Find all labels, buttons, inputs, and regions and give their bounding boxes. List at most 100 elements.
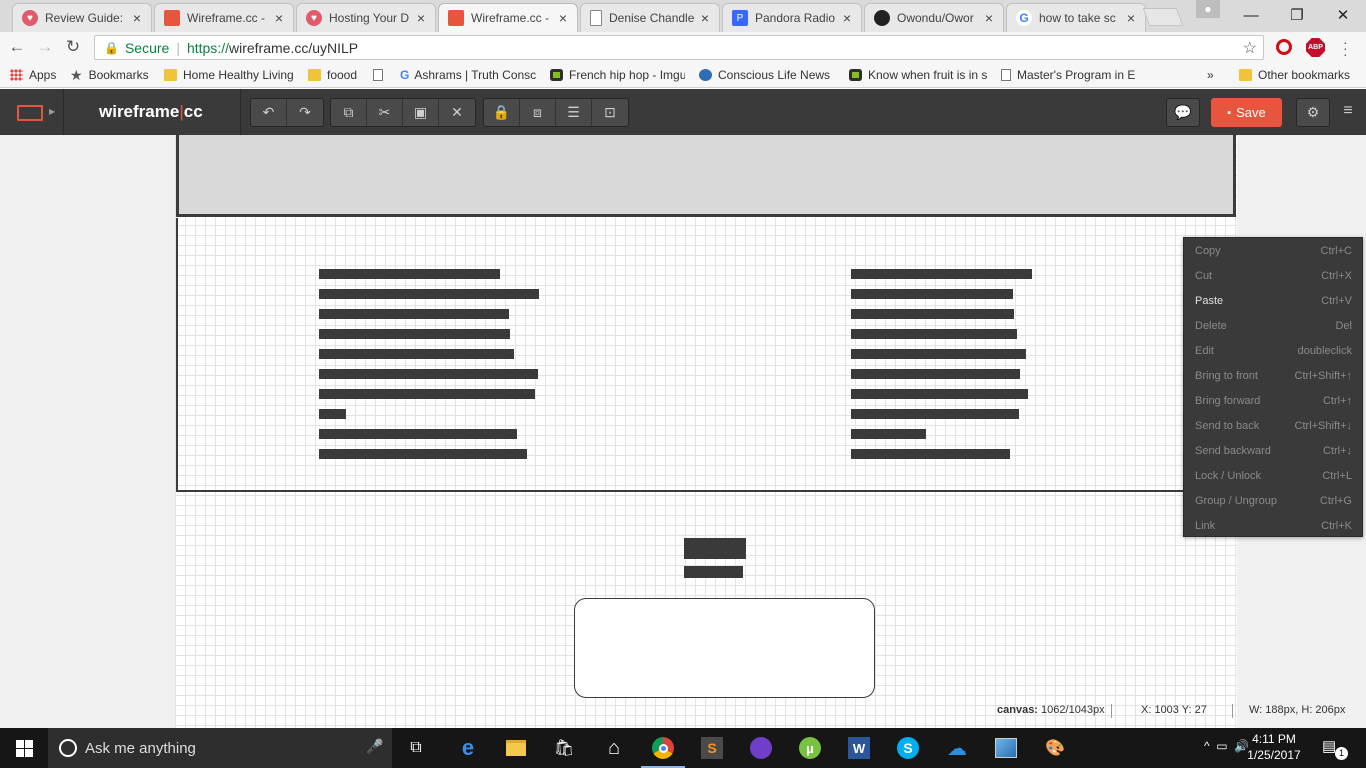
bookmark-item[interactable] xyxy=(373,66,389,84)
store-icon[interactable]: 🛍 xyxy=(550,734,578,762)
menu-item-edit[interactable]: Edit doubleclick xyxy=(1184,338,1364,363)
browser-tab[interactable]: ♥ Hosting Your D × xyxy=(296,3,436,32)
close-icon[interactable]: × xyxy=(699,10,711,26)
subheading-block[interactable] xyxy=(684,566,743,578)
text-line-right[interactable] xyxy=(851,269,1032,279)
browser-tab[interactable]: Wireframe.cc - × xyxy=(154,3,294,32)
skype-icon[interactable]: S xyxy=(894,734,922,762)
comment-icon[interactable]: 💬 xyxy=(1166,98,1200,127)
github-desktop-icon[interactable] xyxy=(747,734,775,762)
close-icon[interactable]: × xyxy=(983,10,995,26)
delete-icon[interactable]: ✕ xyxy=(439,99,475,126)
save-button[interactable]: ▪ Save xyxy=(1211,98,1282,127)
bookmark-item[interactable]: Conscious Life News | xyxy=(699,66,834,84)
close-window-button[interactable]: ✕ xyxy=(1320,0,1366,30)
edge-browser-icon[interactable]: e xyxy=(454,734,482,762)
bookmark-item[interactable]: Master's Program in E xyxy=(1001,66,1137,84)
text-line-right[interactable] xyxy=(851,369,1020,379)
align-icon[interactable]: ☰ xyxy=(556,99,592,126)
text-line-left[interactable] xyxy=(319,409,346,419)
close-icon[interactable]: × xyxy=(841,10,853,26)
utorrent-icon[interactable]: µ xyxy=(796,734,824,762)
menu-item-cut[interactable]: Cut Ctrl+X xyxy=(1184,263,1364,288)
text-line-left[interactable] xyxy=(319,429,517,439)
text-line-left[interactable] xyxy=(319,369,538,379)
paint-icon[interactable]: 🎨 xyxy=(1041,734,1069,762)
sublime-text-icon[interactable]: S xyxy=(698,734,726,762)
microphone-icon[interactable]: 🎤 xyxy=(366,738,383,755)
tool-app-icon[interactable] xyxy=(992,734,1020,762)
profile-icon[interactable]: ● xyxy=(1196,0,1220,18)
url-field[interactable]: 🔒 Secure | https:// wireframe.cc/uyNILP … xyxy=(94,35,1264,60)
undo-icon[interactable]: ↶ xyxy=(251,99,287,126)
text-line-left[interactable] xyxy=(319,269,500,279)
text-line-right[interactable] xyxy=(851,389,1028,399)
text-line-left[interactable] xyxy=(319,449,527,459)
restore-button[interactable]: ❐ xyxy=(1274,0,1320,30)
task-view-icon[interactable]: ⧉ xyxy=(402,734,430,762)
text-line-right[interactable] xyxy=(851,349,1026,359)
browser-tab[interactable]: ♥ Review Guide: I × xyxy=(12,3,152,32)
text-line-right[interactable] xyxy=(851,409,1019,419)
bookmark-item[interactable]: Apps xyxy=(10,66,56,84)
browser-tab[interactable]: P Pandora Radio × xyxy=(722,3,862,32)
browser-tab[interactable]: G how to take sc × xyxy=(1006,3,1146,32)
bookmarks-overflow-button[interactable]: » xyxy=(1207,66,1214,84)
close-icon[interactable]: × xyxy=(557,10,569,26)
menu-dots-icon[interactable]: · · · xyxy=(1343,35,1353,61)
close-icon[interactable]: × xyxy=(415,10,427,26)
heading-block[interactable] xyxy=(684,538,746,559)
adblock-icon[interactable]: ABP xyxy=(1306,38,1325,57)
back-arrow-icon[interactable]: ← xyxy=(7,37,27,57)
text-line-right[interactable] xyxy=(851,429,926,439)
opera-icon[interactable] xyxy=(1276,39,1292,55)
menu-item-delete[interactable]: Delete Del xyxy=(1184,313,1364,338)
redo-icon[interactable]: ↷ xyxy=(287,99,323,126)
minimize-button[interactable]: — xyxy=(1228,0,1274,30)
menu-item-send-backward[interactable]: Send backward Ctrl+↓ xyxy=(1184,438,1364,463)
bookmark-item[interactable]: Home Healthy Living xyxy=(164,66,294,84)
menu-item-bring-forward[interactable]: Bring forward Ctrl+↑ xyxy=(1184,388,1364,413)
cut-icon[interactable]: ✂ xyxy=(367,99,403,126)
text-line-right[interactable] xyxy=(851,309,1014,319)
menu-item-link[interactable]: Link Ctrl+K xyxy=(1184,513,1364,538)
close-icon[interactable]: × xyxy=(273,10,285,26)
text-line-left[interactable] xyxy=(319,389,535,399)
bookmark-item[interactable]: Know when fruit is in s xyxy=(849,66,987,84)
bookmark-star-icon[interactable]: ☆ xyxy=(1243,38,1257,58)
rounded-rectangle-shape[interactable] xyxy=(574,598,875,698)
clock[interactable]: 4:11 PM 1/25/2017 xyxy=(1244,731,1304,763)
lock-icon[interactable]: 🔒 xyxy=(484,99,520,126)
text-line-left[interactable] xyxy=(319,289,539,299)
bookmark-item[interactable]: foood xyxy=(308,66,357,84)
text-line-left[interactable] xyxy=(319,349,514,359)
menu-item-copy[interactable]: Copy Ctrl+C xyxy=(1184,238,1364,263)
text-line-right[interactable] xyxy=(851,329,1017,339)
settings-gear-icon[interactable]: ⚙ xyxy=(1296,98,1330,127)
copy-icon[interactable]: ⧉ xyxy=(331,99,367,126)
menu-item-paste[interactable]: Paste Ctrl+V xyxy=(1184,288,1364,313)
system-tray[interactable]: ^ ▭ 🔊 xyxy=(1204,739,1249,753)
bookmark-item[interactable]: G Ashrams | Truth Consc xyxy=(400,66,536,84)
text-line-left[interactable] xyxy=(319,329,510,339)
home-icon[interactable]: ⌂ xyxy=(600,734,628,762)
file-explorer-icon[interactable] xyxy=(502,734,530,762)
browser-tab[interactable]: Owondu/Owor × xyxy=(864,3,1004,32)
text-line-left[interactable] xyxy=(319,309,509,319)
reload-icon[interactable]: ↻ xyxy=(63,37,83,57)
forward-arrow-icon[interactable]: → xyxy=(35,37,55,57)
other-bookmarks[interactable]: Other bookmarks xyxy=(1239,66,1350,84)
close-icon[interactable]: × xyxy=(1125,10,1137,26)
chrome-icon[interactable] xyxy=(641,734,685,768)
menu-item-lock-unlock[interactable]: Lock / Unlock Ctrl+L xyxy=(1184,463,1364,488)
layers-icon[interactable]: ⧈ xyxy=(520,99,556,126)
cortana-search-box[interactable]: Ask me anything 🎤 xyxy=(48,728,392,768)
browser-tab-active[interactable]: Wireframe.cc - × xyxy=(438,3,578,32)
caret-right-icon[interactable]: ▶ xyxy=(49,107,55,116)
onedrive-icon[interactable]: ☁ xyxy=(943,734,971,762)
word-icon[interactable]: W xyxy=(845,734,873,762)
bookmark-item[interactable]: ★ Bookmarks xyxy=(70,66,149,84)
text-line-right[interactable] xyxy=(851,449,1010,459)
menu-item-bring-to-front[interactable]: Bring to front Ctrl+Shift+↑ xyxy=(1184,363,1364,388)
text-line-right[interactable] xyxy=(851,289,1013,299)
